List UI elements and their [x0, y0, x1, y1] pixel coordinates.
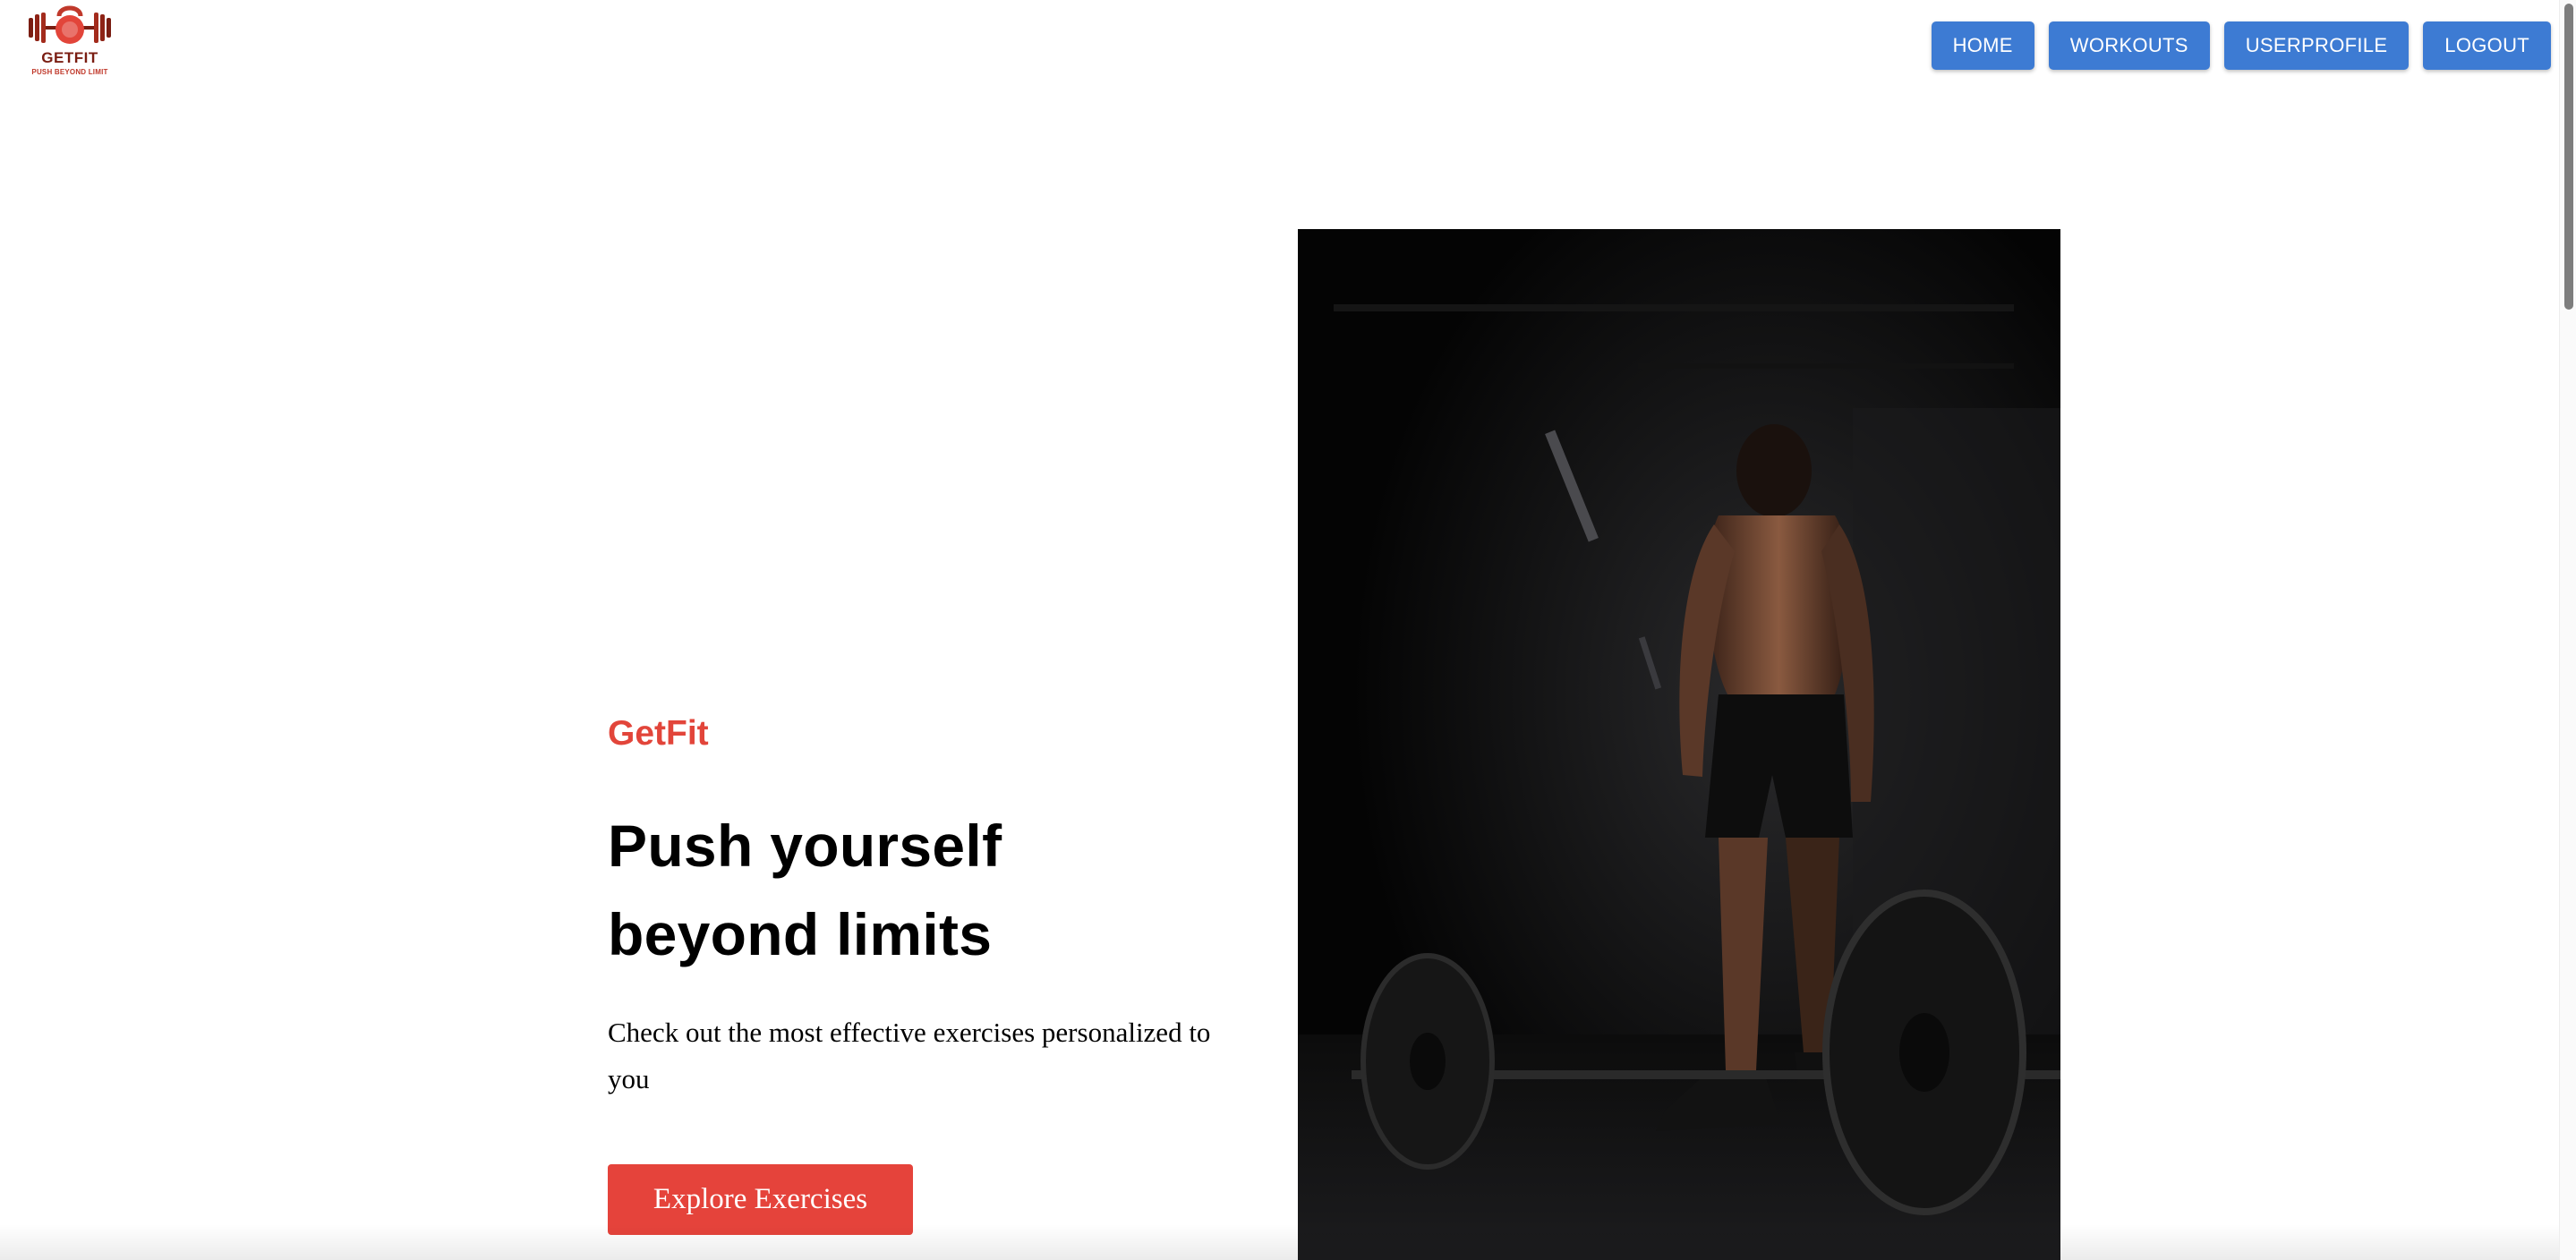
hero-brand: GetFit: [608, 714, 709, 753]
hero-subtitle: Check out the most effective exercises p…: [608, 1017, 1211, 1094]
logo-brand: GETFIT: [41, 49, 98, 66]
kettlebell-dumbbell-icon: [29, 5, 111, 44]
explore-exercises-button[interactable]: Explore Exercises: [608, 1164, 913, 1235]
nav-home-button[interactable]: HOME: [1931, 21, 2034, 70]
hero-title: Push yourself beyond limits: [608, 813, 1002, 967]
nav-workouts-button[interactable]: WORKOUTS: [2048, 21, 2210, 70]
bottom-fade: [0, 1224, 2576, 1260]
hero-image: [1298, 229, 2060, 1260]
nav-logout-button[interactable]: LOGOUT: [2423, 21, 2551, 70]
scrollbar-thumb[interactable]: [2564, 4, 2573, 310]
nav-userprofile-button[interactable]: USERPROFILE: [2223, 21, 2410, 70]
logo-tagline: PUSH BEYOND LIMIT: [31, 68, 108, 76]
logo[interactable]: GETFIT PUSH BEYOND LIMIT: [23, 4, 116, 81]
top-nav: HOME WORKOUTS USERPROFILE LOGOUT: [1931, 21, 2551, 70]
page-scrollbar[interactable]: [2559, 0, 2576, 1260]
